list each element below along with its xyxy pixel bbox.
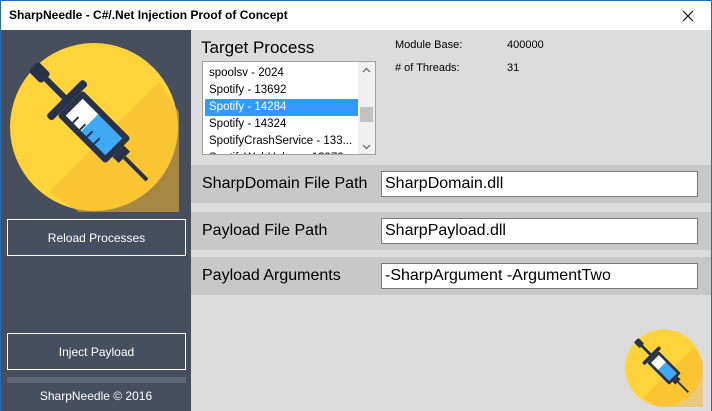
domain-path-label: SharpDomain File Path <box>202 175 368 192</box>
payload-args-input[interactable] <box>381 263 698 289</box>
close-icon <box>682 10 694 21</box>
scroll-up-button[interactable] <box>358 62 375 77</box>
payload-args-row: Payload Arguments <box>191 257 711 295</box>
process-list-item[interactable]: Spotify - 14284 <box>205 99 358 116</box>
copyright-text: SharpNeedle © 2016 <box>39 389 153 403</box>
sidebar: Reload Processes Inject Payload SharpNee… <box>1 30 191 411</box>
scroll-thumb[interactable] <box>360 107 373 122</box>
process-list-item[interactable]: Spotify - 13692 <box>205 82 358 99</box>
process-list: spoolsv - 2024 Spotify - 13692 Spotify - 1… <box>205 65 358 154</box>
progress-bar <box>7 377 186 383</box>
window-title: SharpNeedle - C#/.Net Injection Proof of… <box>9 8 288 22</box>
payload-path-label: Payload File Path <box>202 222 328 239</box>
target-process-label: Target Process <box>201 38 315 57</box>
process-listbox[interactable]: spoolsv - 2024 Spotify - 13692 Spotify - 1… <box>202 61 376 155</box>
threads-label: # of Threads: <box>395 62 460 74</box>
payload-path-row: Payload File Path <box>191 212 711 250</box>
syringe-logo-icon <box>10 43 179 212</box>
reload-processes-button[interactable]: Reload Processes <box>7 219 186 256</box>
threads-value: 31 <box>507 62 520 74</box>
chevron-down-icon <box>362 144 371 149</box>
process-list-item[interactable]: SpotifyWebHelper - 13972 <box>205 150 358 154</box>
process-list-item[interactable]: SpotifyCrashService - 133... <box>205 133 358 150</box>
main-panel: Target Process spoolsv - 2024 Spotify - 1… <box>191 30 711 411</box>
inject-payload-button[interactable]: Inject Payload <box>7 333 186 370</box>
payload-path-input[interactable] <box>381 218 698 244</box>
listbox-scrollbar[interactable] <box>358 62 375 154</box>
payload-args-label: Payload Arguments <box>202 267 341 284</box>
module-base-label: Module Base: <box>395 39 463 51</box>
syringe-logo-small-icon <box>625 329 703 407</box>
chevron-up-icon <box>362 67 371 72</box>
title-bar: SharpNeedle - C#/.Net Injection Proof of… <box>1 1 711 30</box>
domain-path-input[interactable] <box>381 171 698 197</box>
module-base-value: 400000 <box>507 39 544 51</box>
scroll-down-button[interactable] <box>358 139 375 154</box>
close-button[interactable] <box>665 1 711 30</box>
process-list-item[interactable]: spoolsv - 2024 <box>205 65 358 82</box>
app-window: SharpNeedle - C#/.Net Injection Proof of… <box>0 0 712 411</box>
domain-path-row: SharpDomain File Path <box>191 165 711 203</box>
process-list-item[interactable]: Spotify - 14324 <box>205 116 358 133</box>
